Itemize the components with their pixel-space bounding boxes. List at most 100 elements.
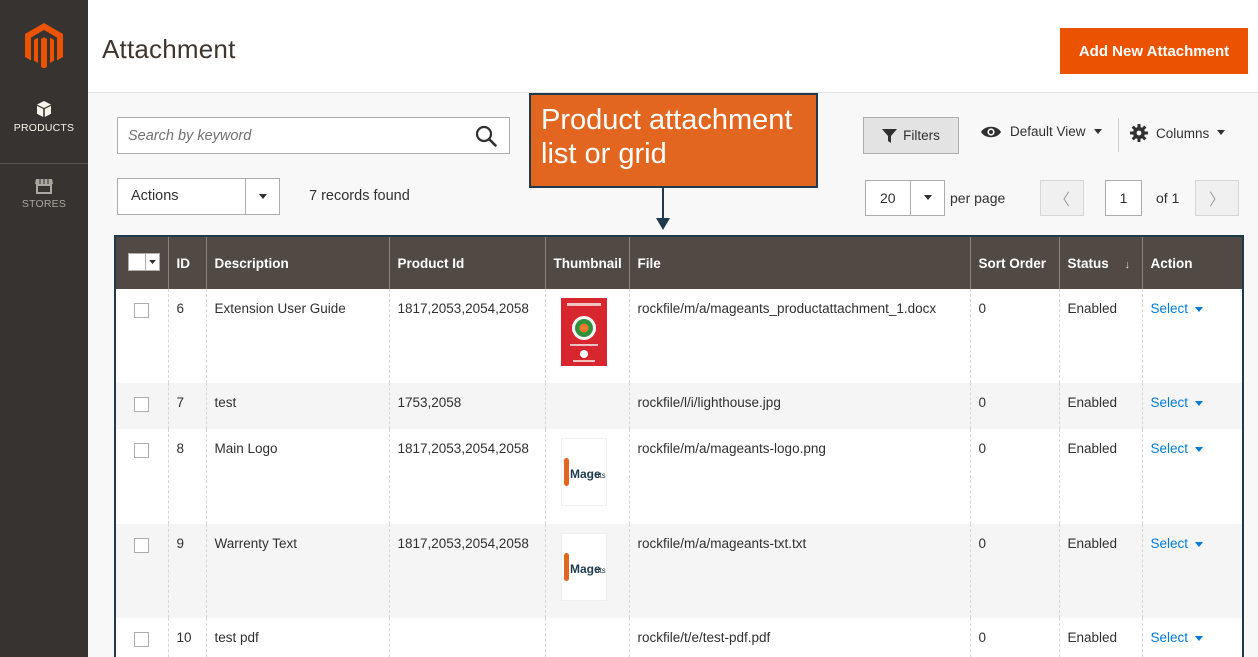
page-number-input[interactable]: 1: [1105, 180, 1142, 216]
page-total: of 1: [1156, 190, 1180, 206]
column-header-id[interactable]: ID: [167, 237, 206, 289]
cell-file: rockfile/m/a/mageants-logo.png: [628, 429, 970, 524]
add-new-attachment-button[interactable]: Add New Attachment: [1060, 28, 1248, 74]
row-action-label: Select: [1150, 301, 1189, 316]
cell-sort-order: 0: [969, 429, 1059, 524]
records-count: 7 records found: [309, 188, 410, 204]
eye-icon: [981, 126, 1001, 137]
row-checkbox[interactable]: [134, 397, 149, 412]
sidebar-item-label: STORES: [21, 198, 67, 210]
next-page-button[interactable]: 〉: [1195, 180, 1239, 216]
table-header-row: ID Description Product Id Thumbnail File…: [116, 237, 1242, 289]
attachment-grid: ID Description Product Id Thumbnail File…: [114, 235, 1244, 657]
mass-actions-dropdown[interactable]: Actions: [117, 178, 280, 215]
row-action-label: Select: [1150, 441, 1189, 456]
mass-actions-label: Actions: [131, 188, 179, 204]
sidebar-item-stores[interactable]: STORES: [0, 178, 88, 210]
cell-id: 10: [167, 618, 206, 657]
search-input[interactable]: [118, 118, 458, 153]
row-checkbox[interactable]: [134, 443, 149, 458]
caret-down-icon: [1194, 307, 1203, 312]
page-title: Attachment: [102, 34, 236, 64]
column-header-status[interactable]: Status ↓: [1058, 237, 1142, 289]
columns-dropdown[interactable]: Columns: [1130, 124, 1226, 142]
column-header-product-id[interactable]: Product Id: [388, 237, 545, 289]
cell-description: test: [205, 383, 389, 429]
cell-description: test pdf: [205, 618, 389, 657]
row-checkbox[interactable]: [134, 632, 149, 647]
table-row: 9 Warrenty Text 1817,2053,2054,2058 Mage…: [116, 524, 1242, 618]
row-checkbox[interactable]: [134, 303, 149, 318]
mass-actions-toggle[interactable]: [245, 179, 279, 214]
cell-product-id: 1817,2053,2054,2058: [388, 289, 545, 383]
select-all-header: [116, 237, 168, 289]
row-checkbox[interactable]: [134, 538, 149, 553]
cell-sort-order: 0: [969, 618, 1059, 657]
funnel-icon: [882, 128, 898, 143]
callout-line-2: list or grid: [541, 138, 667, 170]
cell-sort-order: 0: [969, 524, 1059, 618]
chevron-left-icon: 〈: [1053, 192, 1070, 209]
caret-down-icon: [923, 195, 932, 200]
admin-sidebar: PRODUCTS STORES: [0, 0, 88, 657]
cell-id: 7: [167, 383, 206, 429]
cell-status: Enabled: [1058, 524, 1142, 618]
document-thumbnail-icon[interactable]: [560, 298, 607, 366]
previous-page-button[interactable]: 〈: [1040, 180, 1084, 216]
row-action-select[interactable]: Select: [1151, 441, 1203, 456]
row-action-label: Select: [1150, 395, 1189, 410]
cell-file: rockfile/m/a/mageants-txt.txt: [628, 524, 970, 618]
caret-down-icon: [1194, 447, 1203, 452]
cube-icon: [37, 101, 51, 117]
search-icon[interactable]: [475, 125, 497, 147]
cell-id: 8: [167, 429, 206, 524]
cell-description: Warrenty Text: [205, 524, 389, 618]
toolbar-divider: [1118, 118, 1119, 152]
column-header-file[interactable]: File: [628, 237, 970, 289]
columns-label: Columns: [1156, 125, 1210, 141]
cell-id: 6: [167, 289, 206, 383]
per-page-label: per page: [950, 190, 1006, 206]
row-action-select[interactable]: Select: [1151, 395, 1203, 410]
cell-file: rockfile/m/a/mageants_productattachment_…: [628, 289, 970, 383]
default-view-label: Default View: [1010, 124, 1086, 139]
column-header-sort-order[interactable]: Sort Order: [969, 237, 1059, 289]
row-action-select[interactable]: Select: [1151, 536, 1203, 551]
cell-thumbnail: Mage nts: [544, 524, 629, 618]
cell-file: rockfile/l/i/lighthouse.jpg: [628, 383, 970, 429]
cell-status: Enabled: [1058, 429, 1142, 524]
callout-line-1: Product attachment: [541, 104, 793, 136]
cell-product-id: 1817,2053,2054,2058: [388, 429, 545, 524]
callout-annotation: Product attachment list or grid: [529, 93, 818, 188]
row-action-select[interactable]: Select: [1151, 630, 1203, 645]
filters-label: Filters: [903, 128, 940, 143]
column-header-description[interactable]: Description: [205, 237, 389, 289]
svg-text:nts: nts: [595, 566, 606, 575]
cell-file: rockfile/t/e/test-pdf.pdf: [628, 618, 970, 657]
cell-sort-order: 0: [969, 383, 1059, 429]
logo-thumbnail-icon[interactable]: Mage nts: [560, 437, 607, 507]
store-icon: [35, 179, 53, 194]
default-view-dropdown[interactable]: Default View: [980, 124, 1102, 139]
cell-thumbnail: Mage nts: [544, 429, 629, 524]
filters-button[interactable]: Filters: [863, 117, 959, 154]
logo-thumbnail-icon[interactable]: Mage nts: [560, 532, 607, 602]
cell-description: Main Logo: [205, 429, 389, 524]
attachment-table: ID Description Product Id Thumbnail File…: [116, 237, 1242, 657]
caret-down-icon: [1194, 636, 1203, 641]
chevron-right-icon: 〉: [1208, 192, 1225, 209]
cell-id: 9: [167, 524, 206, 618]
column-header-thumbnail[interactable]: Thumbnail: [544, 237, 629, 289]
per-page-toggle[interactable]: [910, 181, 944, 215]
select-all-checkbox[interactable]: [128, 253, 160, 271]
per-page-value: 20: [880, 190, 896, 206]
svg-text:nts: nts: [595, 471, 606, 480]
cell-thumbnail: [544, 383, 629, 429]
sidebar-divider: [0, 163, 88, 164]
per-page-select[interactable]: 20: [865, 180, 945, 216]
table-row: 7 test 1753,2058 rockfile/l/i/lighthouse…: [116, 383, 1242, 429]
row-action-select[interactable]: Select: [1151, 301, 1203, 316]
sidebar-item-products[interactable]: PRODUCTS: [0, 100, 88, 134]
magento-logo-icon[interactable]: [24, 22, 64, 68]
cell-product-id: 1753,2058: [388, 383, 545, 429]
